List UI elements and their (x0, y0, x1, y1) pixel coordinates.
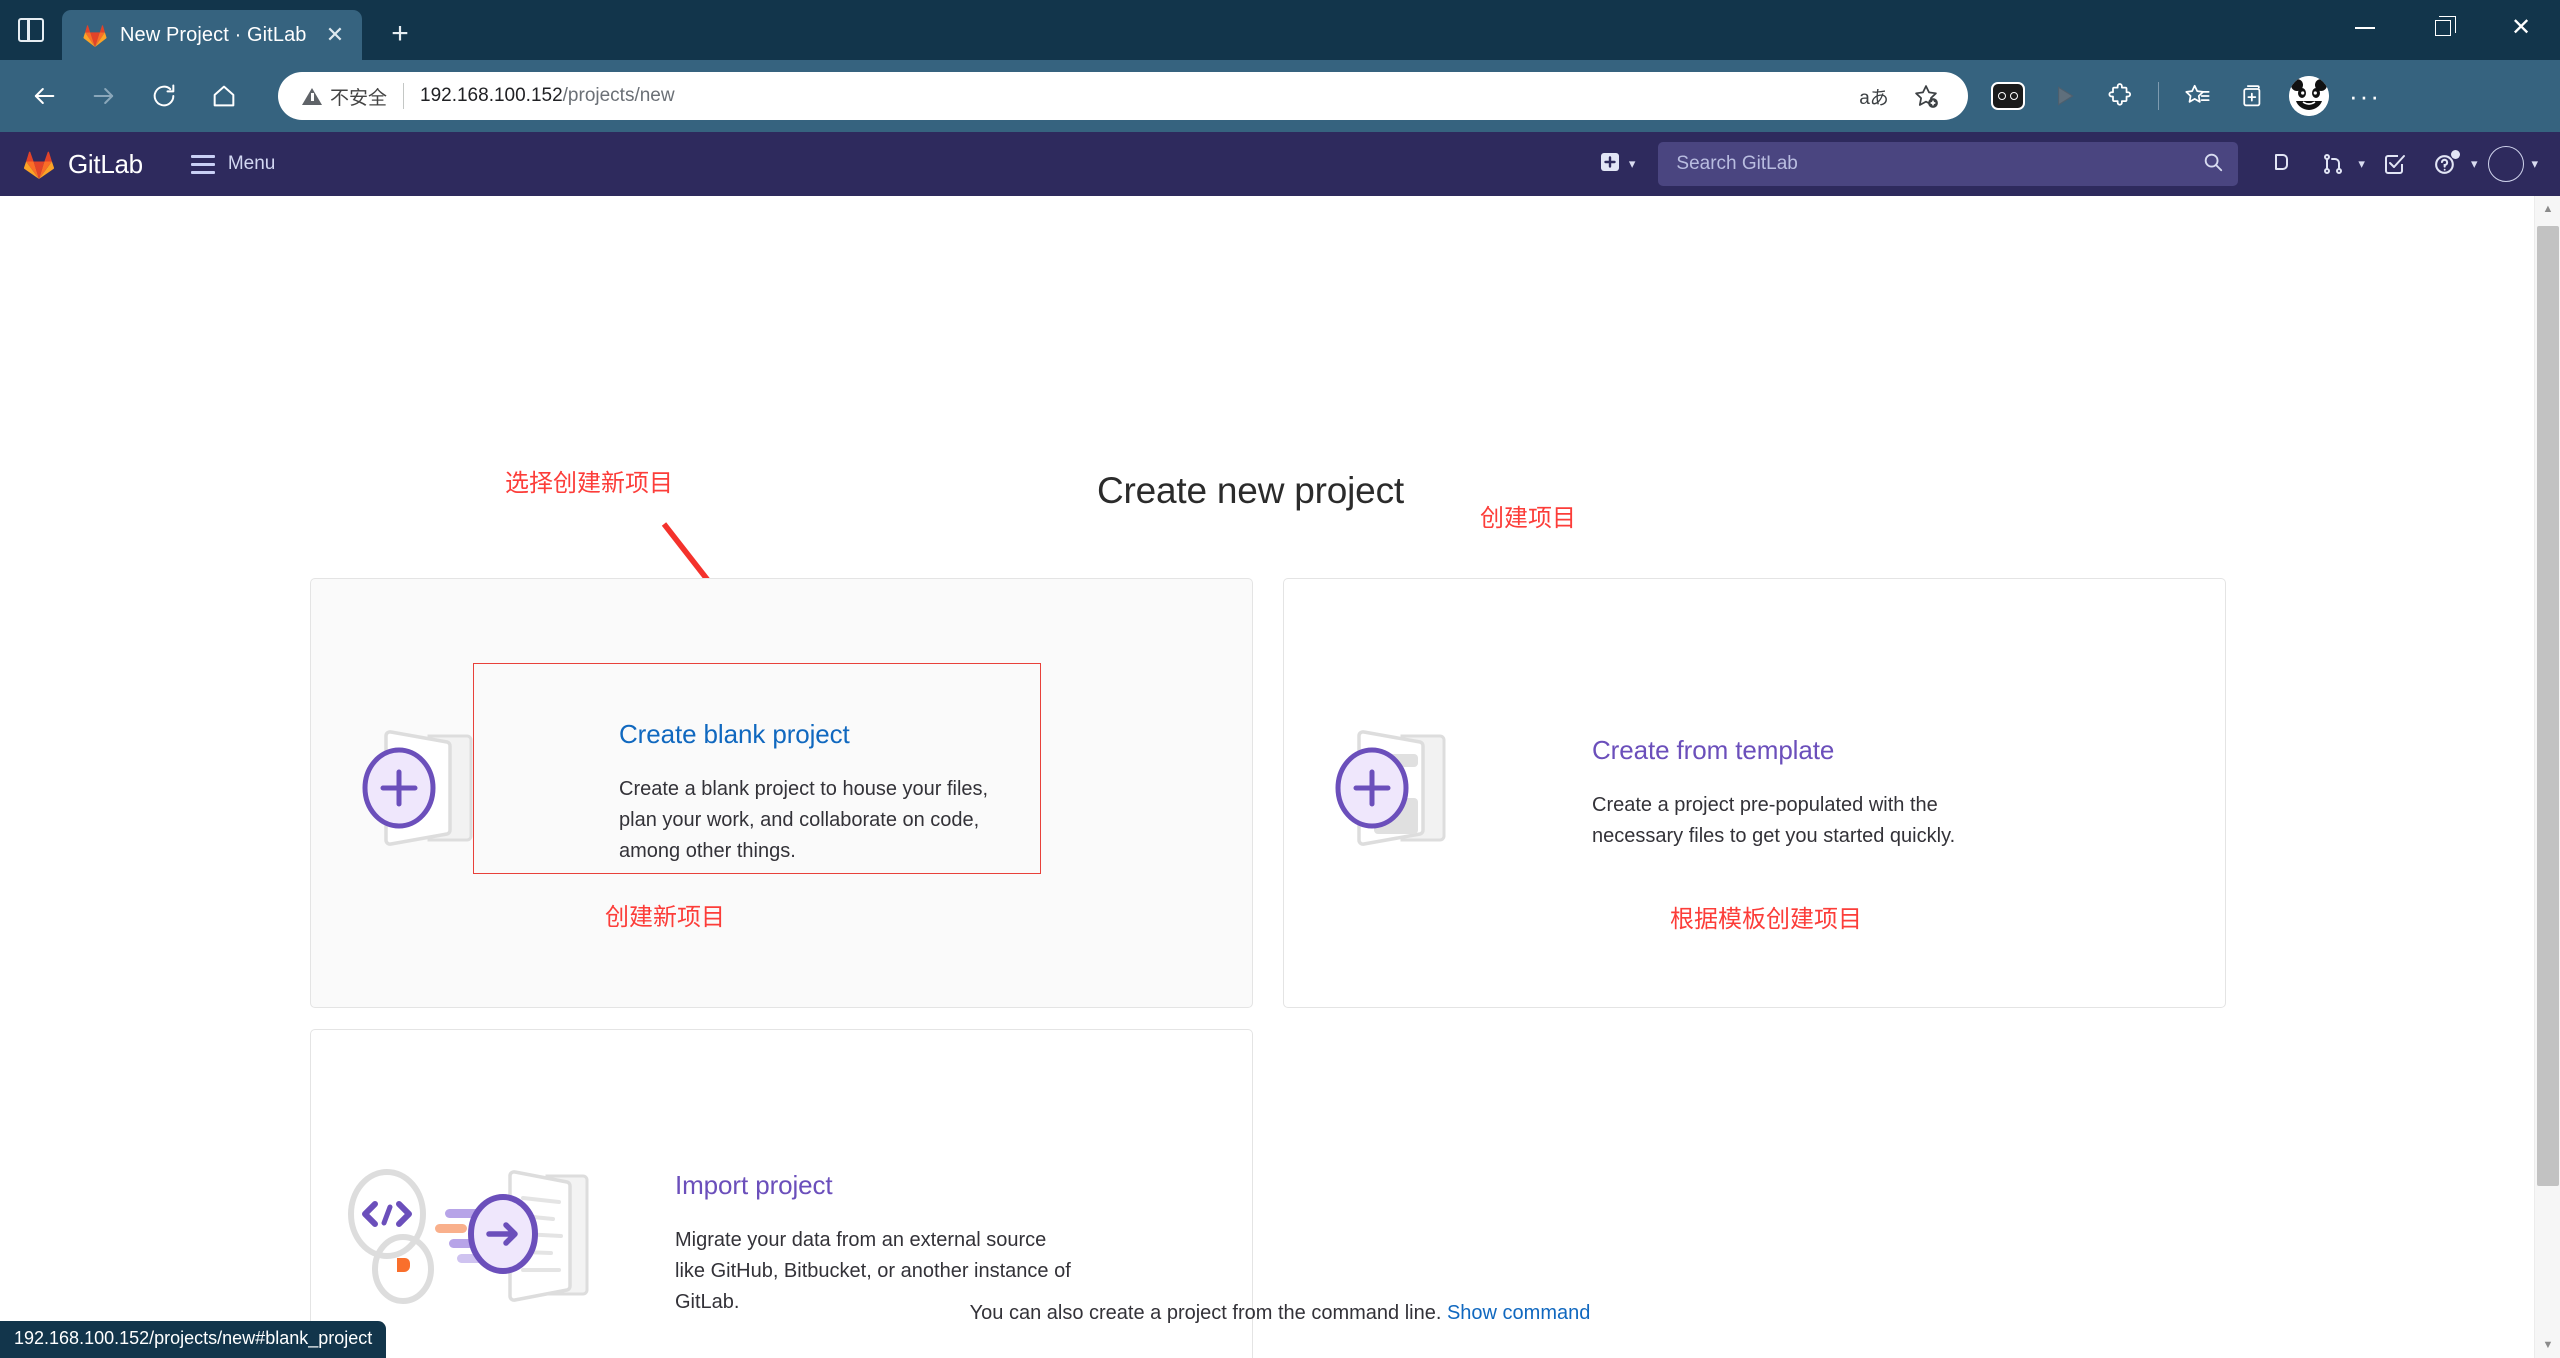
user-menu-dropdown[interactable]: ▾ (2483, 141, 2538, 187)
annotation-import-project: 导入项目 (735, 1350, 831, 1358)
read-aloud-icon[interactable]: aあ (1854, 76, 1894, 116)
home-button[interactable] (196, 68, 252, 124)
gitlab-logo-icon (22, 148, 56, 180)
search-placeholder: Search GitLab (1676, 153, 1798, 174)
sidebar-panel-icon (18, 18, 44, 42)
annotation-left-note: 选择创建新项目 (505, 470, 673, 497)
menu-label: Menu (227, 153, 276, 174)
forward-button[interactable] (76, 68, 132, 124)
gitlab-menu-button[interactable]: Menu (190, 153, 276, 175)
create-blank-project-card[interactable]: Create blank project Create a blank proj… (310, 578, 1253, 1008)
security-label: 不安全 (330, 87, 388, 109)
blank-project-illustration (351, 698, 541, 888)
command-line-note: You can also create a project from the c… (0, 1302, 2560, 1325)
more-dots: ··· (2349, 81, 2381, 111)
gitlab-navbar-actions: ▾ Search GitLab ▾ ▾ ▾ (1590, 141, 2538, 187)
gitlab-navbar: GitLab Menu ▾ Search GitLab ▾ ▾ ▾ (0, 132, 2560, 196)
scroll-down-arrow-icon[interactable]: ▼ (2535, 1332, 2560, 1358)
window-maximize-button[interactable] (2404, 0, 2482, 56)
create-from-template-card[interactable]: Create from template Create a project pr… (1283, 578, 2226, 1008)
help-icon (2423, 141, 2469, 187)
help-notification-badge (2450, 150, 2460, 159)
chevron-down-icon: ▾ (2358, 156, 2365, 171)
merge-requests-icon (2310, 141, 2356, 187)
reload-button[interactable] (136, 68, 192, 124)
address-actions: aあ (1854, 76, 1952, 116)
search-icon[interactable] (2202, 151, 2224, 178)
page-content: Create new project 创建项目 选择创建新项目 Create b… (0, 196, 2560, 1358)
card-heading[interactable]: Import project (675, 1170, 1192, 1201)
window-controls: ✕ (2326, 0, 2560, 56)
url-path: /projects/new (562, 85, 675, 106)
minimize-icon (2355, 27, 2375, 29)
tab-strip: New Project · GitLab ✕ + ✕ (0, 0, 2560, 60)
browser-toolbar: 不安全 192.168.100.152/projects/new aあ ··· (0, 60, 2560, 132)
plus-square-icon (1599, 151, 1621, 178)
settings-more-icon[interactable]: ··· (2339, 70, 2391, 122)
card-heading[interactable]: Create from template (1592, 735, 2165, 766)
issues-icon[interactable] (2258, 141, 2304, 187)
address-divider (403, 83, 405, 109)
media-play-icon[interactable] (2038, 70, 2090, 122)
chevron-down-icon: ▾ (1628, 156, 1636, 171)
annotation-create-from-template: 根据模板创建项目 (1670, 906, 1862, 933)
tab-title: New Project · GitLab (120, 23, 307, 46)
close-icon: ✕ (2510, 14, 2532, 41)
search-input[interactable]: Search GitLab (1658, 142, 2239, 186)
security-indicator[interactable]: 不安全 (302, 83, 387, 110)
address-url: 192.168.100.152/projects/new (420, 85, 675, 107)
url-host: 192.168.100.152 (420, 85, 563, 106)
window-minimize-button[interactable] (2326, 0, 2404, 56)
page-title: Create new project (1097, 470, 1404, 511)
command-line-text: You can also create a project from the c… (969, 1302, 1442, 1324)
gitlab-fox-icon (82, 22, 108, 48)
collections-icon[interactable] (2227, 70, 2279, 122)
hamburger-menu-icon (190, 154, 215, 174)
profile-avatar-icon[interactable] (2283, 70, 2335, 122)
status-bar-tooltip: 192.168.100.152/projects/new#blank_proje… (0, 1321, 387, 1358)
annotation-create-blank: 创建新项目 (605, 904, 725, 931)
split-screen-icon[interactable] (1982, 70, 2034, 122)
template-project-illustration (1324, 698, 1514, 888)
scrollbar-thumb[interactable] (2537, 226, 2559, 1186)
todos-icon[interactable] (2371, 141, 2417, 187)
user-avatar (2483, 141, 2529, 187)
merge-requests-dropdown[interactable]: ▾ (2310, 141, 2365, 187)
window-close-button[interactable]: ✕ (2482, 0, 2560, 56)
gitlab-wordmark: GitLab (68, 148, 143, 179)
chevron-down-icon: ▾ (2531, 156, 2538, 171)
page-scrollbar[interactable]: ▲ ▼ (2534, 196, 2560, 1358)
avatar (2289, 76, 2329, 116)
new-tab-button[interactable]: + (378, 12, 422, 56)
help-dropdown[interactable]: ▾ (2423, 141, 2478, 187)
card-description: Create a project pre-populated with the … (1592, 793, 1956, 847)
address-bar[interactable]: 不安全 192.168.100.152/projects/new aあ (278, 72, 1968, 120)
toolbar-divider (2158, 82, 2159, 110)
card-description: Create a blank project to house your fil… (619, 778, 989, 862)
gitlab-home-link[interactable]: GitLab (22, 148, 143, 180)
card-heading[interactable]: Create blank project (619, 719, 1192, 750)
annotation-title-note: 创建项目 (1480, 505, 1576, 532)
favorites-star-icon[interactable] (2171, 70, 2223, 122)
tab-close-icon[interactable]: ✕ (320, 20, 350, 50)
warning-triangle-icon (302, 87, 322, 105)
tab-actions-sidebar-button[interactable] (0, 0, 62, 60)
show-command-link[interactable]: Show command (1447, 1302, 1590, 1324)
extensions-puzzle-icon[interactable] (2094, 70, 2146, 122)
browser-tab[interactable]: New Project · GitLab ✕ (62, 10, 362, 60)
browser-window: New Project · GitLab ✕ + ✕ 不安全 192.168.1… (0, 0, 2560, 1358)
add-favorite-button[interactable] (1900, 76, 1952, 116)
scroll-up-arrow-icon[interactable]: ▲ (2535, 196, 2560, 222)
chevron-down-icon: ▾ (2470, 156, 2478, 171)
restore-icon (2435, 16, 2456, 36)
new-item-dropdown[interactable]: ▾ (1590, 144, 1645, 185)
back-button[interactable] (16, 68, 72, 124)
